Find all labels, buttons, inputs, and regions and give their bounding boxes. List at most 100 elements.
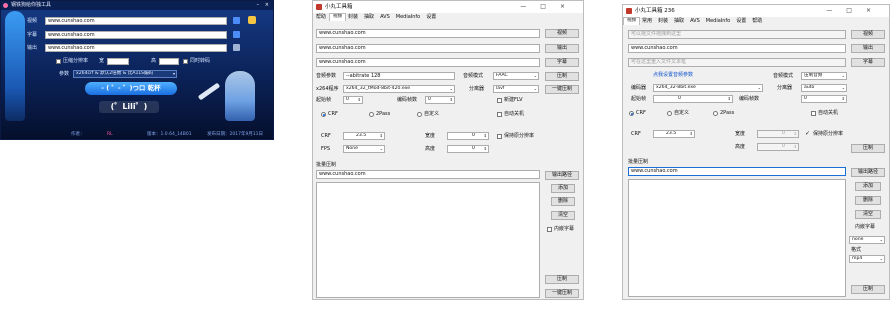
batch-file-list[interactable] (628, 179, 846, 297)
batch-input[interactable]: www.cunshao.com (628, 167, 846, 176)
delete-button[interactable]: 删除 (551, 197, 575, 206)
format-select[interactable]: mp4 ⌄ (849, 255, 885, 263)
delete-button[interactable]: 删除 (855, 196, 881, 205)
crf-radio[interactable] (321, 112, 326, 117)
auto-shutdown-checkbox[interactable] (811, 111, 816, 116)
custom-radio[interactable] (667, 111, 672, 116)
add-button[interactable]: 添加 (855, 182, 881, 191)
fps-select[interactable]: None ⌄ (343, 145, 385, 153)
window-controls[interactable]: —□× (520, 1, 579, 13)
minimize-icon[interactable]: – (257, 1, 260, 10)
go-button[interactable]: - ( ゜- ゜)つロ 乾杯 (85, 82, 177, 95)
splitter-select[interactable]: lavf ⌄ (493, 85, 539, 93)
batch-file-list[interactable] (316, 182, 540, 298)
x264-select[interactable]: x264_32_tMod-8bit-420.exe ⌄ (343, 85, 455, 93)
add-button[interactable]: 添加 (551, 184, 575, 193)
tab-settings[interactable]: 设置 (423, 13, 439, 22)
height-stepper[interactable]: 0 ⇕ (447, 145, 489, 153)
audio-mode-select[interactable]: FAAC ⌄ (493, 72, 539, 80)
star-icon[interactable] (248, 16, 256, 24)
batch-label: 批量压制 (628, 159, 649, 165)
onekey-compress-button[interactable]: 一键压制 (545, 85, 579, 94)
video-input[interactable]: 可以拖文件拖拽到这里 (628, 30, 846, 39)
tab-common[interactable]: 常用 (639, 17, 655, 26)
tab-avs[interactable]: AVS (687, 17, 703, 26)
output-button[interactable]: 输出 (545, 44, 579, 53)
width-input[interactable] (107, 58, 129, 65)
inner-subtitle-checkbox[interactable] (547, 227, 552, 232)
start-frame-stepper[interactable]: 0 ⇕ (343, 96, 363, 104)
window-controls[interactable]: —□× (826, 5, 885, 17)
encoder-select[interactable]: x264_32-8bit.exe ⌄ (653, 84, 763, 92)
custom-radio[interactable] (417, 112, 422, 117)
tab-extract[interactable]: 抽取 (361, 13, 377, 22)
clear-button[interactable]: 清空 (551, 211, 575, 220)
height-input[interactable] (159, 58, 179, 65)
subtitle-button[interactable]: 字幕 (545, 58, 579, 67)
tab-mux[interactable]: 封装 (655, 17, 671, 26)
compress-button[interactable]: 压制 (545, 72, 579, 81)
subtitle-button[interactable]: 字幕 (851, 58, 885, 67)
tab-video[interactable]: 视频 (329, 13, 347, 21)
encode-frames-stepper[interactable]: 0 ⇕ (801, 95, 847, 103)
crf-stepper[interactable]: 23.5 ⇕ (343, 132, 385, 140)
compress-button[interactable]: 压制 (851, 144, 885, 153)
width-stepper[interactable]: 0 ⇕ (447, 132, 489, 140)
width-stepper[interactable]: 0 ⇕ (757, 130, 799, 138)
subtitle-input[interactable]: 可在这里重入文件文本框 (628, 58, 846, 67)
video-button[interactable]: 视频 (851, 30, 885, 39)
keep-resolution-check-icon[interactable]: ✓ (805, 130, 810, 137)
inner-subtitle-select[interactable]: none ⌄ (849, 236, 885, 244)
tab-mediainfo[interactable]: MediaInfo (703, 17, 733, 26)
audio-mode-select[interactable]: 压制音频 ⌄ (801, 72, 847, 80)
preset-select[interactable]: x264crf & 默认2倍数 & 比A1LS编码 ▾ (73, 70, 177, 78)
batch-input[interactable]: www.cunshao.com (316, 170, 540, 179)
crf-radio[interactable] (629, 111, 634, 116)
anime-character-right (225, 71, 255, 121)
simultaneous-transcode-label: 同时转码 (190, 58, 211, 64)
video-button[interactable]: 视频 (545, 29, 579, 38)
height-stepper[interactable]: 0 ⇕ (757, 143, 799, 151)
keep-resolution-checkbox[interactable] (497, 134, 502, 139)
start-frame-stepper[interactable]: 0 ⇕ (653, 95, 733, 103)
crf-stepper[interactable]: 23.5 ⇕ (653, 130, 695, 138)
folder-icon[interactable] (233, 17, 240, 24)
audio-settings-link[interactable]: 点我设置音频参数 (653, 72, 693, 79)
tab-video[interactable]: 视频 (623, 17, 641, 25)
subtitle-input[interactable]: www.cunshao.com (45, 31, 227, 39)
subtitle-input[interactable]: www.cunshao.com (316, 58, 540, 67)
batch-compress-button[interactable]: 压制 (545, 275, 579, 284)
batch-onekey-button[interactable]: 一键压制 (545, 289, 579, 298)
output-path-button[interactable]: 输出路径 (545, 171, 579, 180)
tab-help[interactable]: 帮助 (313, 13, 329, 22)
tab-settings[interactable]: 设置 (733, 17, 749, 26)
output-button[interactable]: 输出 (851, 44, 885, 53)
close-icon[interactable]: × (265, 1, 269, 10)
batch-compress-button[interactable]: 压制 (851, 285, 885, 294)
encode-frames-stepper[interactable]: 0 ⇕ (425, 96, 455, 104)
2pass-radio[interactable] (369, 112, 374, 117)
output-input[interactable]: www.cunshao.com (316, 44, 540, 53)
splitter-select[interactable]: auto ⌄ (801, 84, 847, 92)
output-input[interactable]: www.cunshao.com (45, 44, 227, 52)
audio-params-input[interactable]: --abitrate 128 (343, 72, 455, 80)
tab-avs[interactable]: AVS (377, 13, 393, 22)
clear-button[interactable]: 清空 (855, 210, 881, 219)
tab-mux[interactable]: 封装 (345, 13, 361, 22)
video-input[interactable]: www.cunshao.com (316, 29, 540, 38)
tab-mediainfo[interactable]: MediaInfo (393, 13, 423, 22)
2pass-radio[interactable] (713, 111, 718, 116)
right-window-title: 小丸工具箱 236 (635, 8, 675, 14)
auto-shutdown-checkbox[interactable] (497, 112, 502, 117)
spin-icon: ⇕ (449, 97, 453, 102)
output-input[interactable]: www.cunshao.com (628, 44, 846, 53)
output-folder-icon[interactable] (233, 44, 240, 51)
video-input[interactable]: www.cunshao.com (45, 17, 227, 25)
tab-help[interactable]: 帮助 (749, 17, 765, 26)
tab-extract[interactable]: 抽取 (671, 17, 687, 26)
subtitle-folder-icon[interactable] (233, 31, 240, 38)
compress-resolution-checkbox[interactable] (56, 59, 61, 64)
output-path-button[interactable]: 输出路径 (851, 168, 885, 177)
simultaneous-transcode-checkbox[interactable] (183, 59, 188, 64)
new-flv-checkbox[interactable] (497, 98, 502, 103)
